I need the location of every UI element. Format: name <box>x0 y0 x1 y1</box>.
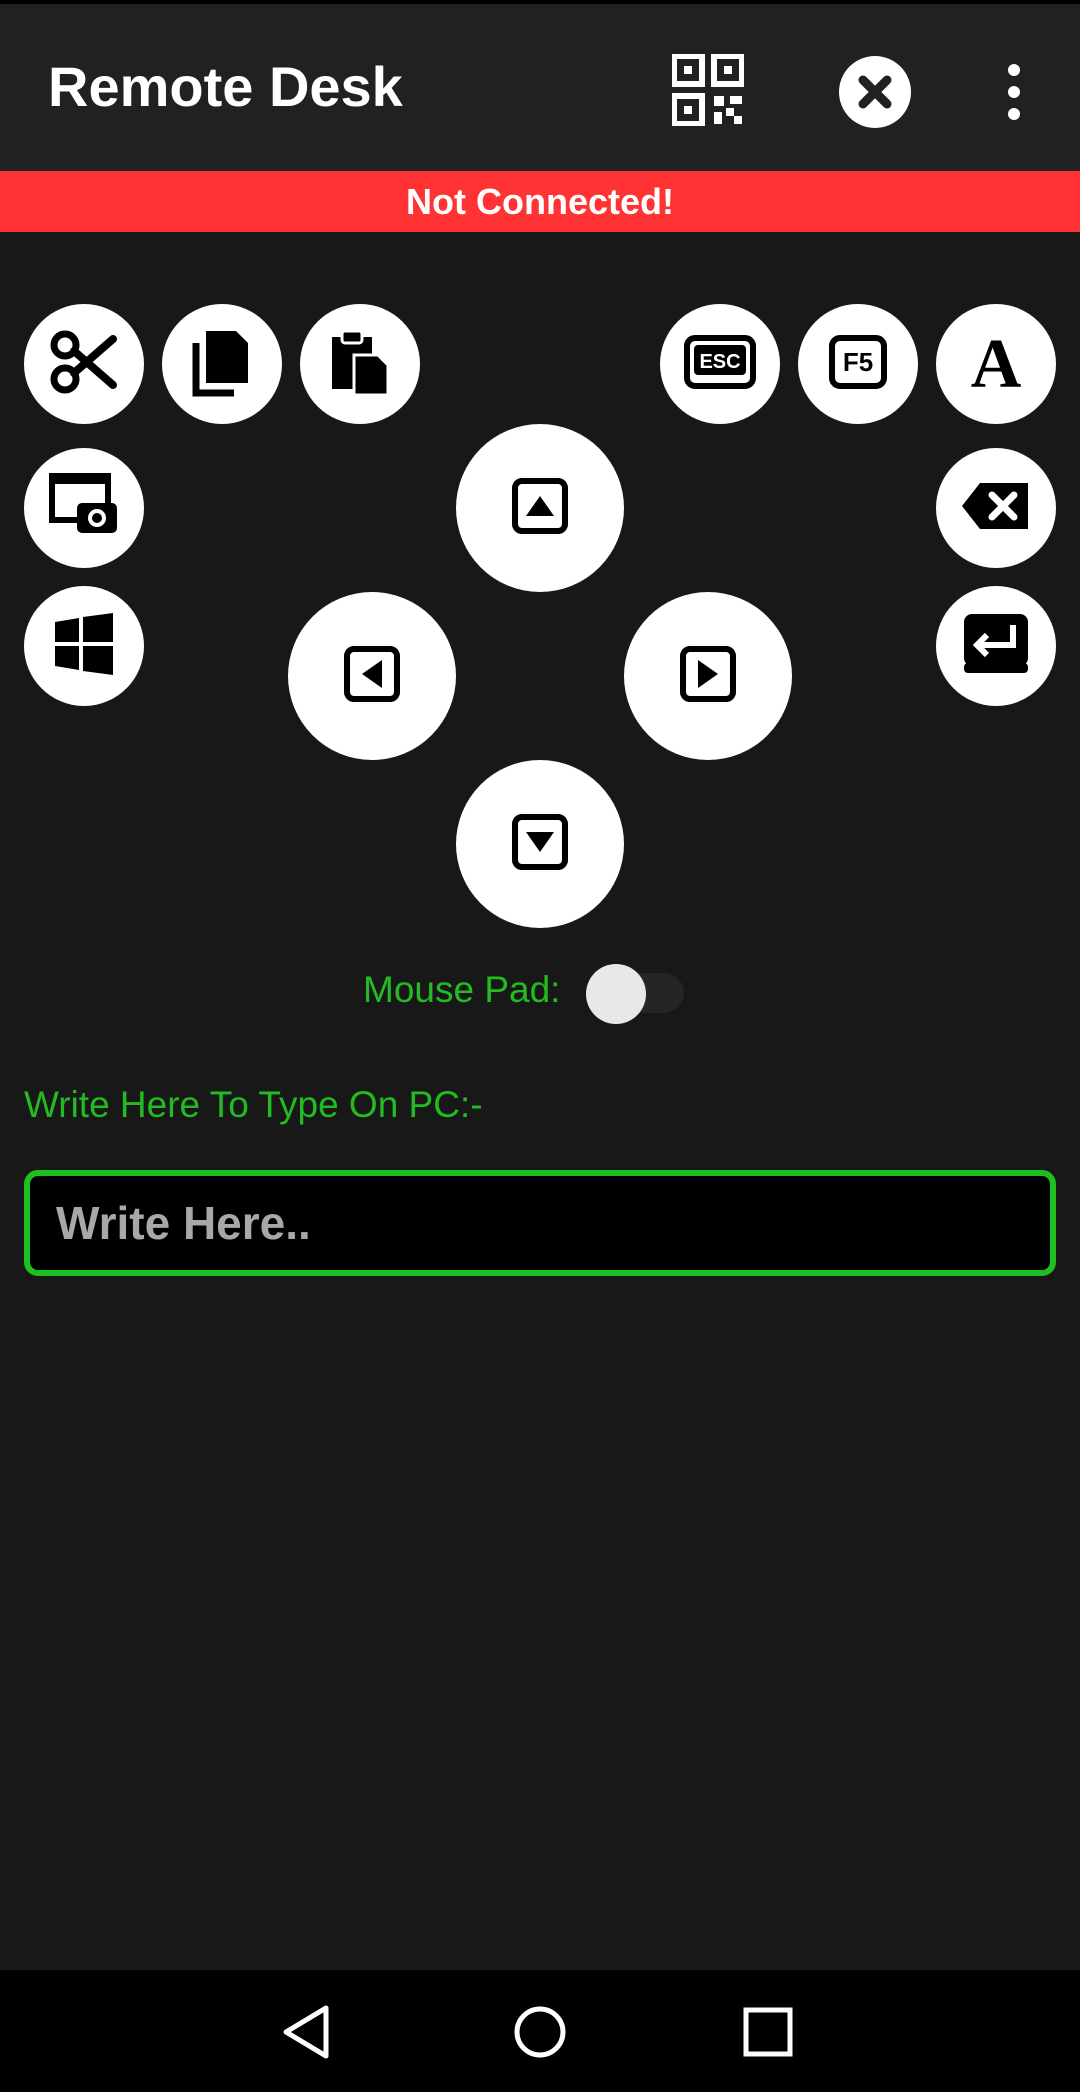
copy-icon <box>190 327 254 401</box>
recents-icon[interactable] <box>728 1992 808 2072</box>
arrow-down-button[interactable] <box>456 760 624 928</box>
screenshot-icon <box>49 473 119 543</box>
paste-icon <box>328 327 392 401</box>
svg-text:A: A <box>971 327 1022 397</box>
svg-text:F5: F5 <box>843 347 873 377</box>
screenshot-button[interactable] <box>24 448 144 568</box>
windows-button[interactable] <box>24 586 144 706</box>
windows-icon <box>53 613 115 679</box>
arrow-up-button[interactable] <box>456 424 624 592</box>
font-button[interactable]: A <box>936 304 1056 424</box>
f5-button[interactable]: F5 <box>798 304 918 424</box>
arrow-down-icon <box>512 814 568 874</box>
connection-status-banner: Not Connected! <box>0 171 1080 232</box>
enter-icon <box>961 611 1031 681</box>
home-icon[interactable] <box>500 1992 580 2072</box>
more-vert-icon[interactable] <box>1000 62 1028 122</box>
enter-button[interactable] <box>936 586 1056 706</box>
system-nav-bar <box>0 1970 1080 2092</box>
qr-code-icon[interactable] <box>671 53 745 127</box>
copy-button[interactable] <box>162 304 282 424</box>
esc-button[interactable]: ESC <box>660 304 780 424</box>
arrow-left-icon <box>344 646 400 706</box>
font-icon: A <box>961 326 1031 403</box>
cut-icon <box>49 327 119 401</box>
backspace-button[interactable] <box>936 448 1056 568</box>
esc-icon: ESC <box>684 335 756 393</box>
arrow-up-icon <box>512 478 568 538</box>
type-on-pc-input[interactable] <box>24 1170 1056 1276</box>
backspace-icon <box>960 481 1032 535</box>
svg-text:ESC: ESC <box>699 351 740 373</box>
arrow-right-button[interactable] <box>624 592 792 760</box>
f5-icon: F5 <box>829 335 887 393</box>
mouse-pad-toggle[interactable] <box>586 964 646 1024</box>
app-title: Remote Desk <box>48 55 403 118</box>
back-icon[interactable] <box>268 1992 348 2072</box>
type-on-pc-label: Write Here To Type On PC:- <box>24 1084 483 1125</box>
arrow-right-icon <box>680 646 736 706</box>
paste-button[interactable] <box>300 304 420 424</box>
mouse-pad-label: Mouse Pad: <box>363 969 561 1010</box>
close-icon[interactable] <box>839 56 911 128</box>
cut-button[interactable] <box>24 304 144 424</box>
app-bar: Remote Desk <box>0 0 1080 171</box>
arrow-left-button[interactable] <box>288 592 456 760</box>
